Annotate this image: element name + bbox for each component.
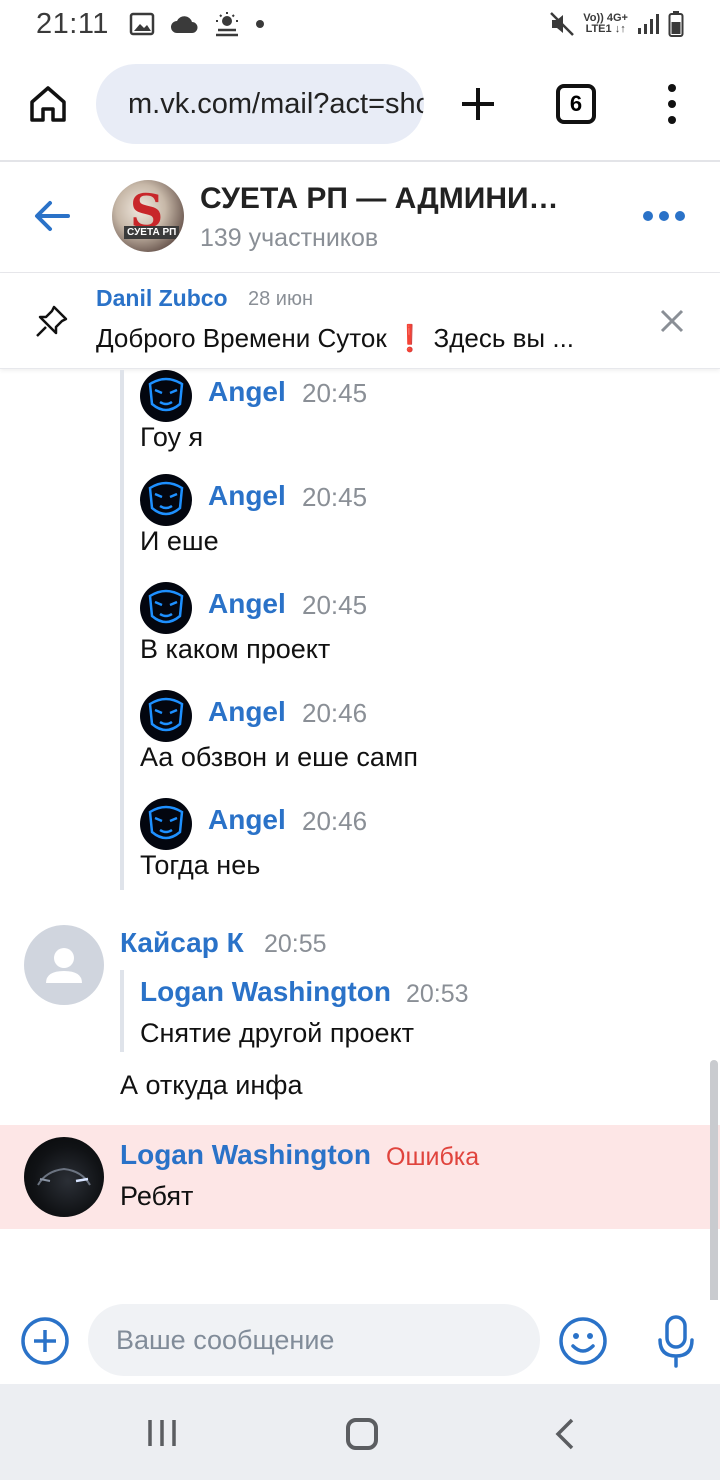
image-icon <box>129 12 155 36</box>
more-options-icon[interactable] <box>642 204 686 228</box>
message-time: 20:45 <box>302 378 368 408</box>
message-time: 20:45 <box>302 482 368 512</box>
system-nav-bar <box>0 1384 720 1480</box>
add-attachment-icon[interactable] <box>20 1316 70 1366</box>
avatar-brand: СУЕТА РП <box>124 226 180 239</box>
system-back-icon[interactable] <box>552 1418 576 1450</box>
sender-name[interactable]: Angel <box>208 376 286 408</box>
message-text: Гоу я <box>140 422 204 452</box>
mask-icon <box>148 481 184 516</box>
pinned-text: Доброго Времени Суток ❗ Здесь вы ... <box>96 323 575 353</box>
avatar[interactable] <box>24 925 104 1005</box>
pinned-message[interactable]: Danil Zubco 28 июн Доброго Времени Суток… <box>0 273 720 369</box>
mute-icon <box>550 12 575 36</box>
network-bottom: LTE1 ↓↑ <box>585 23 626 35</box>
error-label[interactable]: Ошибка <box>386 1143 479 1172</box>
sender-name[interactable]: Angel <box>208 696 286 728</box>
sender-name[interactable]: Angel <box>208 588 286 620</box>
network-label: Vo)) 4G+ LTE1 ↓↑ <box>583 13 628 35</box>
forward-line <box>120 370 124 890</box>
car-icon <box>37 1167 91 1186</box>
battery-icon <box>668 11 684 37</box>
message-text: И еше <box>140 526 219 556</box>
cloud-icon <box>170 16 198 33</box>
home-icon[interactable] <box>26 82 70 126</box>
message-text: В каком проект <box>140 634 331 664</box>
home-button-icon[interactable] <box>346 1418 378 1450</box>
message-text: А откуда инфа <box>120 1070 303 1100</box>
mask-icon <box>148 805 184 840</box>
pin-icon <box>36 305 68 337</box>
quote-text: Снятие другой проект <box>140 1018 414 1048</box>
message-time: 20:46 <box>302 806 368 836</box>
tabs-icon[interactable]: 6 <box>556 84 596 124</box>
message-input[interactable] <box>116 1324 540 1356</box>
message-text: Аа обзвон и еше самп <box>140 742 419 772</box>
pinned-date: 28 июн <box>248 288 314 310</box>
chat-avatar[interactable]: S СУЕТА РП <box>112 180 184 252</box>
message-text: Ребят <box>120 1181 194 1211</box>
pinned-author: Danil Zubco <box>96 285 228 311</box>
sender-name[interactable]: Logan Washington <box>120 1139 371 1171</box>
avatar[interactable] <box>140 474 192 526</box>
message-time: 20:45 <box>302 590 368 620</box>
user-placeholder-icon <box>46 948 82 983</box>
status-right: Vo)) 4G+ LTE1 ↓↑ <box>549 10 684 38</box>
message-time: 20:55 <box>264 930 327 958</box>
back-arrow-icon[interactable] <box>30 194 74 238</box>
signal-icon <box>638 14 659 34</box>
status-time: 21:11 <box>36 7 109 40</box>
sender-name[interactable]: Angel <box>208 804 286 836</box>
message-list: Angel 20:45 Гоу я Angel 20:45 И еше Ange… <box>0 370 720 1300</box>
notification-icons <box>129 11 265 37</box>
avatar[interactable] <box>140 798 192 850</box>
message-text: Тогда неь <box>140 850 261 880</box>
close-icon[interactable] <box>658 307 686 335</box>
browser-toolbar: m.vk.com/mail?act=show 6 <box>0 48 720 160</box>
chat-title[interactable]: СУЕТА РП — АДМИНИ… <box>200 182 559 216</box>
avatar[interactable] <box>24 1137 104 1217</box>
plus-icon[interactable] <box>456 82 500 126</box>
microphone-icon[interactable] <box>656 1314 696 1370</box>
failed-message[interactable]: Logan Washington Ошибка Ребят <box>0 1125 720 1229</box>
avatar[interactable] <box>140 370 192 422</box>
mask-icon <box>148 697 184 732</box>
emoji-icon[interactable] <box>558 1316 608 1366</box>
sender-name[interactable]: Кайсар К <box>120 927 244 959</box>
avatar[interactable] <box>140 690 192 742</box>
sun-cloud-icon <box>215 12 238 37</box>
mask-icon <box>148 589 184 624</box>
reply-line <box>120 970 124 1052</box>
scrollbar[interactable] <box>710 1060 718 1322</box>
quote-author[interactable]: Logan Washington <box>140 976 391 1008</box>
menu-icon[interactable] <box>660 82 684 126</box>
message-time: 20:46 <box>302 698 368 728</box>
quote-time: 20:53 <box>406 980 469 1008</box>
tab-count: 6 <box>569 91 583 116</box>
status-bar: 21:11 Vo)) 4G+ LTE1 ↓↑ <box>0 0 720 48</box>
message-input-wrapper[interactable] <box>88 1304 540 1376</box>
url-bar[interactable]: m.vk.com/mail?act=show <box>96 64 424 144</box>
chat-header: S СУЕТА РП СУЕТА РП — АДМИНИ… 139 участн… <box>0 162 720 272</box>
sender-name[interactable]: Angel <box>208 480 286 512</box>
dot-icon <box>255 20 264 28</box>
avatar[interactable] <box>140 582 192 634</box>
chat-subtitle: 139 участников <box>200 224 379 252</box>
mask-icon <box>148 377 184 412</box>
url-text[interactable]: m.vk.com/mail?act=show <box>128 88 424 121</box>
message-composer <box>0 1300 720 1384</box>
recents-icon[interactable] <box>146 1418 178 1448</box>
